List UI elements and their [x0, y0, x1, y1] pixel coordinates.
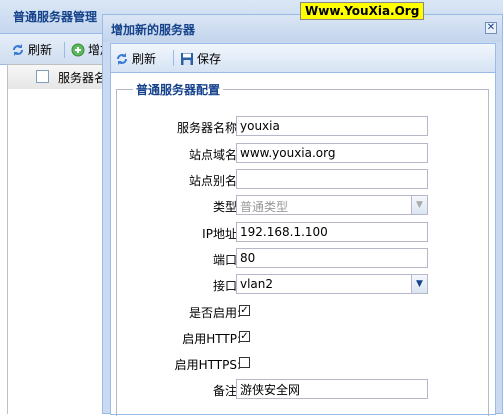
port-input[interactable]	[236, 248, 428, 268]
type-label: 类型:	[212, 200, 241, 214]
background-refresh-button[interactable]: 刷新	[11, 41, 52, 58]
http-label: 启用HTTP:	[182, 332, 241, 346]
toolbar-separator	[173, 50, 174, 66]
site-domain-input[interactable]	[236, 143, 428, 163]
port-label: 端口:	[212, 253, 241, 267]
refresh-icon	[13, 43, 23, 56]
refresh-label: 刷新	[132, 52, 157, 66]
server-name-input[interactable]	[236, 116, 428, 136]
save-button[interactable]: 保存	[180, 50, 221, 67]
window-body: 刷新 保存 普通服务器配置 服务器名称: 站点域名: 站点别名: 类型: 普通类…	[110, 43, 496, 416]
refresh-icon	[117, 52, 127, 65]
https-label: 启用HTTPS:	[174, 358, 241, 372]
refresh-button[interactable]: 刷新	[115, 50, 156, 67]
toolbar-separator	[64, 42, 65, 58]
site-alias-label: 站点别名:	[188, 174, 241, 188]
enabled-label: 是否启用:	[188, 306, 241, 320]
http-checkbox[interactable]: ✓	[239, 331, 250, 342]
ip-input[interactable]	[236, 222, 428, 242]
site-alias-input[interactable]	[236, 169, 428, 189]
type-dropdown-trigger: ▼	[411, 195, 428, 215]
window-toolbar: 刷新 保存	[111, 44, 495, 73]
note-label: 备注:	[212, 384, 241, 398]
note-input[interactable]	[236, 379, 428, 399]
interface-label: 接口:	[212, 279, 241, 293]
background-panel-title: 普通服务器管理	[13, 10, 98, 24]
interface-dropdown-trigger[interactable]: ▼	[411, 274, 428, 294]
ip-label: IP地址:	[202, 227, 241, 241]
site-domain-label: 站点域名:	[188, 148, 241, 162]
enabled-checkbox[interactable]: ✓	[239, 305, 250, 316]
add-server-window: 增加新的服务器 ✕ 刷新 保存 普通服务器配置 服务器名称: 站点域名: 站点别…	[102, 14, 503, 416]
select-all-checkbox[interactable]	[36, 70, 49, 83]
background-refresh-label: 刷新	[28, 43, 53, 57]
save-icon	[181, 52, 193, 65]
server-name-label: 服务器名称:	[176, 121, 241, 135]
add-icon	[71, 43, 85, 56]
https-checkbox[interactable]	[239, 357, 250, 368]
type-select: 普通类型	[236, 195, 412, 215]
watermark-logo: Www.YouXia.Org	[300, 2, 425, 20]
window-title: 增加新的服务器	[111, 23, 196, 37]
save-label: 保存	[197, 52, 222, 66]
interface-select[interactable]: vlan2	[236, 274, 412, 294]
fieldset-title: 普通服务器配置	[133, 81, 224, 98]
column-header-server-name[interactable]: 服务器名	[58, 69, 106, 86]
close-icon[interactable]: ✕	[485, 22, 497, 34]
